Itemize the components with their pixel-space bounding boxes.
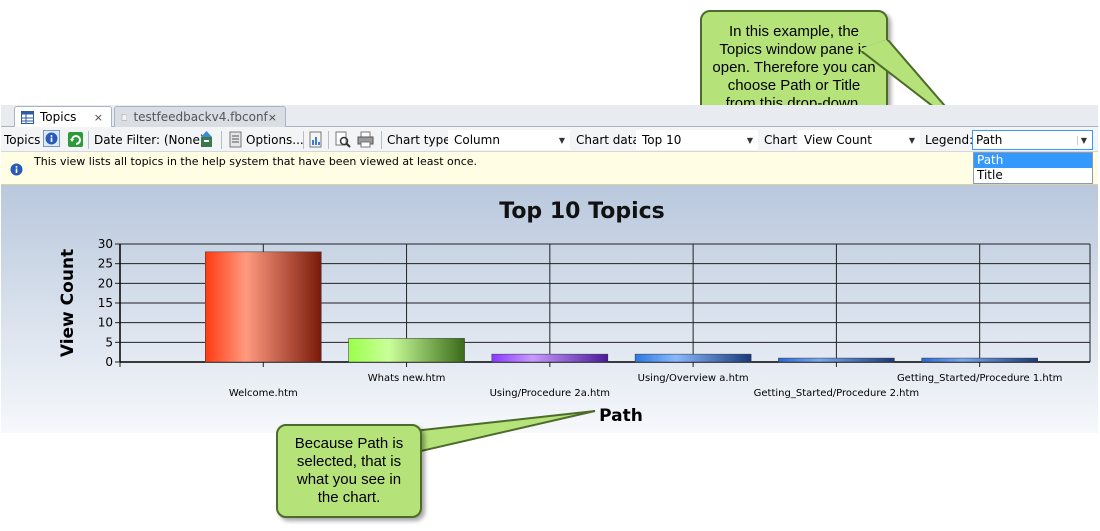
refresh-icon[interactable]	[67, 131, 84, 148]
toolbar-separator	[221, 131, 222, 149]
chart-select[interactable]: View Count ▼	[798, 130, 920, 150]
tab-label: testfeedbackv4.fbconf	[133, 110, 268, 124]
legend-option-path[interactable]: Path	[974, 153, 1092, 168]
print-preview-icon[interactable]	[334, 131, 351, 148]
y-tick-label: 20	[98, 276, 113, 290]
info-icon	[10, 163, 23, 176]
y-tick-label: 30	[98, 237, 113, 251]
date-filter-button[interactable]: Date Filter: (None)	[94, 133, 205, 147]
toolbar-separator	[381, 131, 382, 149]
chart-label: Chart:	[764, 133, 802, 147]
callout-line: selected, that is	[296, 453, 402, 470]
table-icon	[21, 110, 34, 124]
chart-data-label: Chart data:	[576, 133, 644, 147]
callout-pointer-bottom	[395, 410, 596, 459]
chart-type-label: Chart type:	[387, 133, 455, 147]
options-icon[interactable]	[227, 131, 244, 148]
bar	[491, 353, 609, 363]
chevron-down-icon: ▼	[558, 135, 565, 145]
callout-line: Topics window pane is	[719, 41, 869, 58]
toolbar-separator	[303, 131, 304, 149]
close-icon[interactable]: ×	[94, 111, 103, 124]
toolbar-separator	[88, 131, 89, 149]
chart-data-value: Top 10	[642, 133, 682, 147]
chevron-down-icon: ▼	[908, 135, 915, 145]
topics-label: Topics	[4, 133, 41, 147]
tab-label: Topics	[40, 110, 77, 124]
callout-line: what you see in	[296, 471, 402, 488]
document-icon	[121, 113, 128, 121]
options-button[interactable]: Options...	[246, 133, 304, 147]
bar	[921, 357, 1038, 363]
tab-testfeedback[interactable]: testfeedbackv4.fbconf ×	[114, 106, 286, 127]
info-text: This view lists all topics in the help s…	[34, 155, 478, 168]
y-tick-label: 10	[98, 316, 113, 330]
info-toggle-icon[interactable]	[43, 130, 60, 147]
legend-option-title[interactable]: Title	[974, 168, 1092, 183]
close-icon[interactable]: ×	[268, 111, 277, 124]
x-tick-label: Whats new.htm	[368, 373, 446, 384]
chart-data-select[interactable]: Top 10 ▼	[636, 130, 758, 150]
legend-dropdown-list: Path Title	[973, 152, 1093, 184]
chevron-down-icon: ▼	[746, 135, 753, 145]
callout-line: open. Therefore you can	[712, 59, 876, 76]
callout-line: In this example, the	[728, 23, 860, 40]
legend-label: Legend:	[925, 133, 974, 147]
x-axis-label: Path	[599, 406, 643, 426]
x-tick-label: Using/Overview a.htm	[638, 373, 749, 384]
legend-value: Path	[976, 133, 1003, 147]
callout-line: Because Path is	[294, 435, 404, 452]
report-icon[interactable]	[307, 131, 324, 148]
y-tick-label: 25	[98, 257, 113, 271]
bar	[778, 357, 895, 363]
callout-line: the chart.	[317, 489, 381, 506]
y-tick-label: 0	[105, 355, 113, 369]
y-tick-label: 15	[98, 296, 113, 310]
bar	[205, 251, 322, 363]
legend-select[interactable]: Path ▼	[972, 130, 1093, 150]
chart-bars	[205, 251, 1038, 363]
chart-type-value: Column	[454, 133, 500, 147]
chart: Top 10 Topics View Count Path 0 5 10 15 20 25…	[58, 199, 1091, 426]
toolbar-separator	[328, 131, 329, 149]
chevron-down-icon: ▼	[1076, 135, 1087, 145]
chart-type-select[interactable]: Column ▼	[448, 130, 570, 150]
bar	[634, 353, 752, 363]
chart-title: Top 10 Topics	[499, 199, 665, 224]
y-tick-label: 5	[105, 335, 113, 349]
bar	[348, 338, 465, 363]
chart-value: View Count	[804, 133, 872, 147]
x-tick-label: Getting_Started/Procedure 2.htm	[754, 388, 919, 399]
print-icon[interactable]	[357, 131, 374, 148]
callout-line: choose Path or Title	[727, 77, 861, 94]
y-axis-label: View Count	[58, 249, 78, 357]
x-tick-label: Getting_Started/Procedure 1.htm	[897, 373, 1062, 384]
tab-topics[interactable]: Topics ×	[14, 106, 112, 127]
x-tick-label: Welcome.htm	[229, 388, 298, 399]
export-icon[interactable]	[198, 131, 215, 148]
callout-path-selected: Because Path is selected, that is what y…	[276, 424, 422, 518]
x-tick-label: Using/Procedure 2a.htm	[490, 388, 610, 399]
